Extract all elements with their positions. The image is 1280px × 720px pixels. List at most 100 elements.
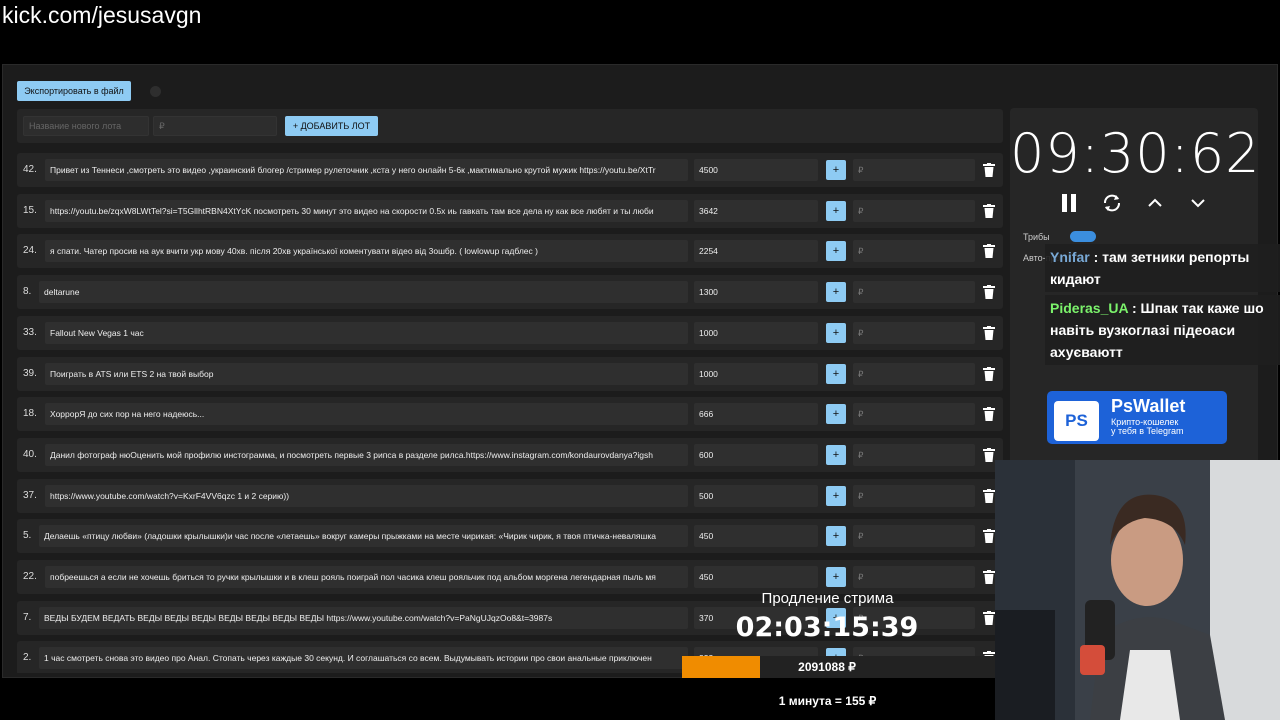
trash-icon[interactable]: [983, 610, 995, 625]
lot-add-amount-input[interactable]: ₽: [853, 159, 975, 181]
webcam-feed: [995, 460, 1280, 720]
lot-add-amount-input[interactable]: ₽: [853, 525, 975, 548]
lot-number: 33.: [23, 326, 37, 338]
donation-progress: 2091088 ₽: [682, 656, 995, 678]
lot-amount-input[interactable]: 2254: [694, 240, 818, 263]
lot-row: 22. побреешься а если не хочешь бриться т…: [17, 560, 1003, 594]
lot-row: 5. Делаешь «птицу любви» (ладошки крылышк…: [17, 519, 1003, 554]
lot-title-input[interactable]: побреешься а если не хочешь бриться то р…: [45, 566, 688, 588]
lot-add-amount-input[interactable]: ₽: [853, 484, 975, 507]
lot-add-amount-input[interactable]: ₽: [853, 443, 975, 466]
lot-add-amount-input[interactable]: ₽: [853, 199, 975, 222]
reset-icon[interactable]: [1101, 192, 1123, 214]
chat-message: Ynifar : там зетники репорты кидают: [1045, 244, 1280, 292]
lot-add-button[interactable]: +: [826, 322, 846, 343]
lot-amount-input[interactable]: 600: [694, 443, 818, 466]
lot-amount-input[interactable]: 3642: [694, 199, 818, 222]
lot-title-input[interactable]: deltarune: [39, 281, 688, 304]
new-lot-amount-input[interactable]: ₽: [153, 116, 277, 136]
trash-icon[interactable]: [983, 529, 995, 544]
pswallet-name: PsWallet: [1111, 396, 1186, 416]
add-lot-row: Название нового лота ₽ + ДОБАВИТЬ ЛОТ: [17, 109, 1003, 143]
trash-icon[interactable]: [983, 244, 995, 259]
lot-title-input[interactable]: ХоррорЯ до сих пор на него надеюсь...: [45, 403, 688, 426]
lot-row: 33. Fallout New Vegas 1 час 1000 + ₽: [17, 315, 1003, 350]
lot-add-button[interactable]: +: [826, 444, 846, 465]
trash-icon[interactable]: [983, 163, 995, 177]
lot-add-button[interactable]: +: [826, 200, 846, 221]
lot-title-input[interactable]: Данил фотограф нюОценить мой профилю инс…: [45, 443, 688, 466]
pswallet-logo: PS: [1054, 401, 1099, 441]
lot-amount-input[interactable]: 1000: [694, 321, 818, 344]
lot-title-input[interactable]: ВЕДЫ БУДЕМ ВЕДАТЬ ВЕДЫ ВЕДЫ ВЕДЫ ВЕДЫ ВЕ…: [39, 606, 688, 629]
lot-title-input[interactable]: я спати. Чатер просив на аук вчити укр м…: [45, 240, 688, 263]
export-button[interactable]: Экспортировать в файл: [17, 81, 131, 101]
lot-number: 15.: [23, 204, 37, 216]
lot-title-input[interactable]: https://youtu.be/zqxW8LWtTel?si=T5GllhtR…: [45, 199, 688, 222]
theme-toggle[interactable]: [150, 86, 161, 97]
pswallet-subtitle: Крипто-кошелек у тебя в Telegram: [1111, 417, 1184, 436]
trash-icon[interactable]: [983, 366, 995, 381]
lot-title-input[interactable]: Fallout New Vegas 1 час: [45, 321, 688, 344]
lot-add-button[interactable]: +: [826, 567, 846, 587]
lot-add-button[interactable]: +: [826, 363, 846, 384]
lot-row: 37. https://www.youtube.com/watch?v=KxrF4…: [17, 478, 1003, 513]
lot-add-button[interactable]: +: [826, 282, 846, 303]
lot-add-button[interactable]: +: [826, 241, 846, 262]
trash-icon[interactable]: [983, 570, 995, 584]
lot-number: 5.: [23, 530, 32, 542]
trash-icon[interactable]: [983, 407, 995, 422]
lot-title-input[interactable]: https://www.youtube.com/watch?v=KxrF4VV6…: [45, 484, 688, 507]
url-text: kick.com/jesusavgn: [2, 2, 202, 28]
lot-amount-input[interactable]: 4500: [694, 159, 818, 181]
lot-amount-input[interactable]: 450: [694, 566, 818, 588]
trash-icon[interactable]: [983, 203, 995, 218]
chevron-up-icon[interactable]: [1144, 192, 1166, 214]
extension-timer: 02:03:15:39: [735, 612, 919, 643]
lot-add-amount-input[interactable]: ₽: [853, 566, 975, 588]
toggle-switch-1[interactable]: [1070, 231, 1096, 242]
side-label-1: Трибы: [1023, 232, 1050, 242]
lot-amount-input[interactable]: 500: [694, 484, 818, 507]
lot-number: 40.: [23, 448, 37, 460]
lot-amount-input[interactable]: 1000: [694, 362, 818, 385]
lot-add-button[interactable]: +: [826, 485, 846, 506]
lot-number: 18.: [23, 408, 37, 420]
chat-overlay: Ynifar : там зетники репорты кидают Pide…: [1045, 244, 1280, 368]
lot-row: 18. ХоррорЯ до сих пор на него надеюсь...…: [17, 397, 1003, 432]
lot-add-amount-input[interactable]: ₽: [853, 403, 975, 426]
lot-number: 42.: [23, 164, 37, 175]
lot-title-input[interactable]: Привет из Теннеси ,смотреть это видео ,у…: [45, 159, 688, 181]
chat-username: Pideras_UA: [1050, 300, 1129, 316]
pause-icon[interactable]: [1058, 192, 1080, 214]
lot-add-amount-input[interactable]: ₽: [853, 281, 975, 304]
lot-number: 8.: [23, 286, 32, 298]
chevron-down-icon[interactable]: [1187, 192, 1209, 214]
lot-row: 15. https://youtu.be/zqxW8LWtTel?si=T5Gll…: [17, 193, 1003, 228]
lot-number: 2.: [23, 652, 32, 664]
lot-add-amount-input[interactable]: ₽: [853, 240, 975, 263]
trash-icon[interactable]: [983, 325, 995, 340]
lot-add-button[interactable]: +: [826, 404, 846, 425]
extension-title: Продление стрима: [761, 590, 894, 607]
lot-title-input[interactable]: Делаешь «птицу любви» (ладошки крылышки)…: [39, 525, 688, 548]
lot-row: 24. я спати. Чатер просив на аук вчити ук…: [17, 234, 1003, 269]
lot-amount-input[interactable]: 1300: [694, 281, 818, 304]
trash-icon[interactable]: [983, 447, 995, 462]
lot-add-button[interactable]: +: [826, 160, 846, 180]
trash-icon[interactable]: [983, 488, 995, 503]
lot-number: 7.: [23, 611, 32, 623]
lot-add-button[interactable]: +: [826, 526, 846, 547]
lot-number: 22.: [23, 571, 37, 582]
lot-amount-input[interactable]: 450: [694, 525, 818, 548]
lot-title-input[interactable]: 1 час смотреть снова это видео про Анал.…: [39, 647, 688, 670]
lot-title-input[interactable]: Поиграть в ATS или ETS 2 на твой выбор: [45, 362, 688, 385]
lot-row: 8. deltarune 1300 + ₽: [17, 275, 1003, 310]
add-lot-button[interactable]: + ДОБАВИТЬ ЛОТ: [285, 116, 378, 136]
new-lot-name-input[interactable]: Название нового лота: [23, 116, 149, 136]
lot-add-amount-input[interactable]: ₽: [853, 321, 975, 344]
lot-add-amount-input[interactable]: ₽: [853, 362, 975, 385]
chat-username: Ynifar: [1050, 249, 1090, 265]
lot-amount-input[interactable]: 666: [694, 403, 818, 426]
trash-icon[interactable]: [983, 285, 995, 300]
